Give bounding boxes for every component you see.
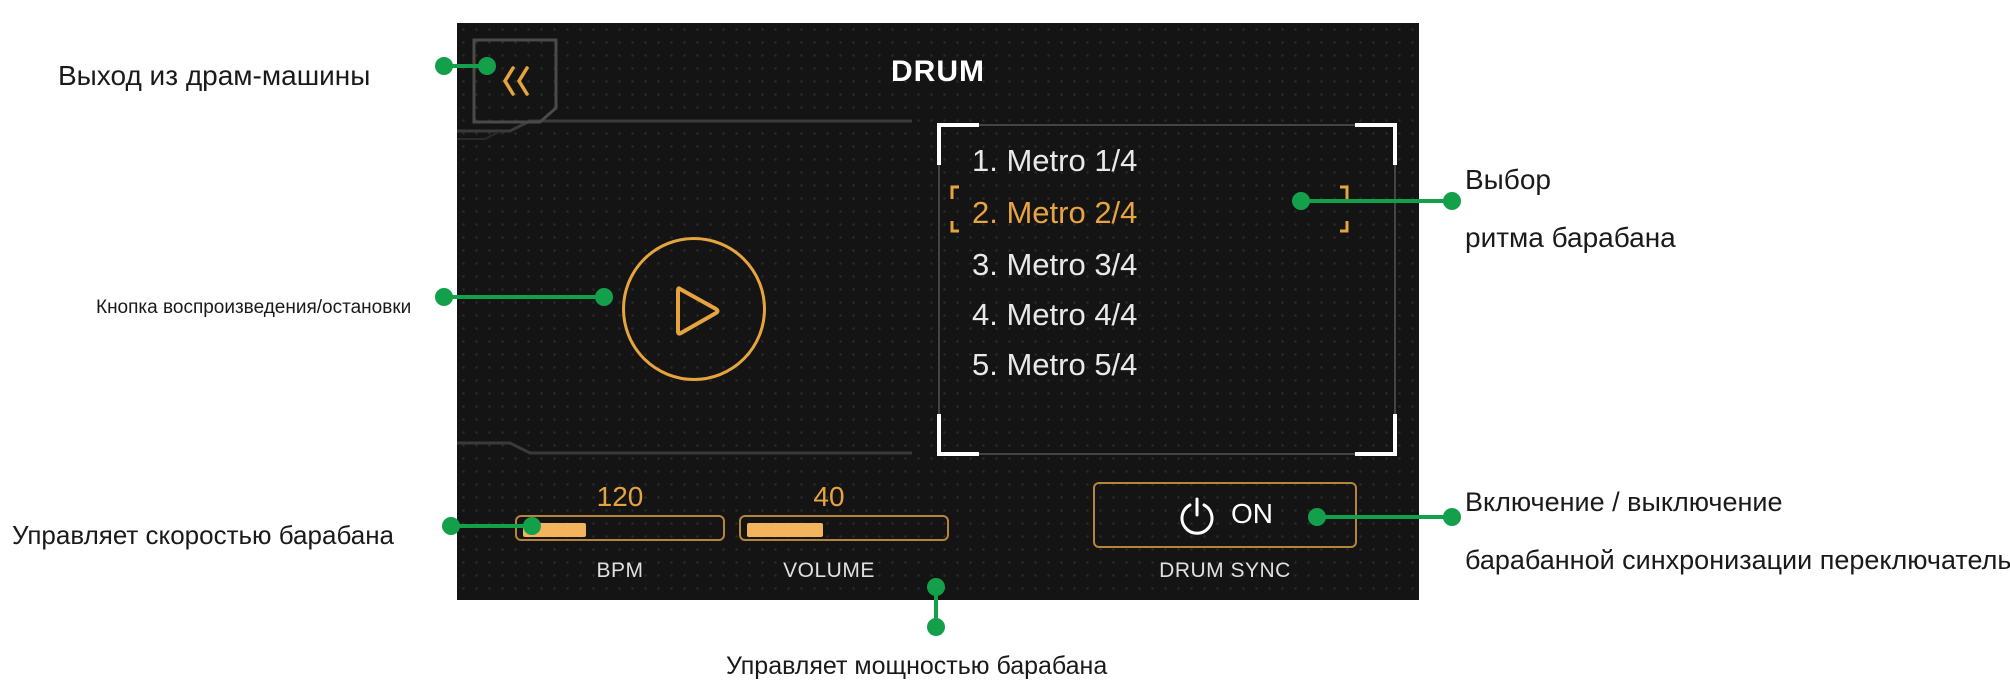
annotation-exit: Выход из драм-машины: [58, 60, 371, 91]
annotation-play-stop: Кнопка воспроизведения/остановки: [96, 297, 412, 318]
annotation-rhythm-line2: ритма барабана: [1465, 222, 1676, 253]
annotation-sync-line2: барабанной синхронизации переключатель: [1465, 545, 2010, 575]
annotation-rhythm-line1: Выбор: [1465, 164, 1551, 195]
annotation-sync-line1: Включение / выключение: [1465, 487, 1783, 517]
annotation-bpm: Управляет скоростью барабана: [12, 520, 395, 550]
annotation-volume: Управляет мощностью барабана: [726, 652, 1108, 680]
callout-lines: [435, 57, 1461, 636]
